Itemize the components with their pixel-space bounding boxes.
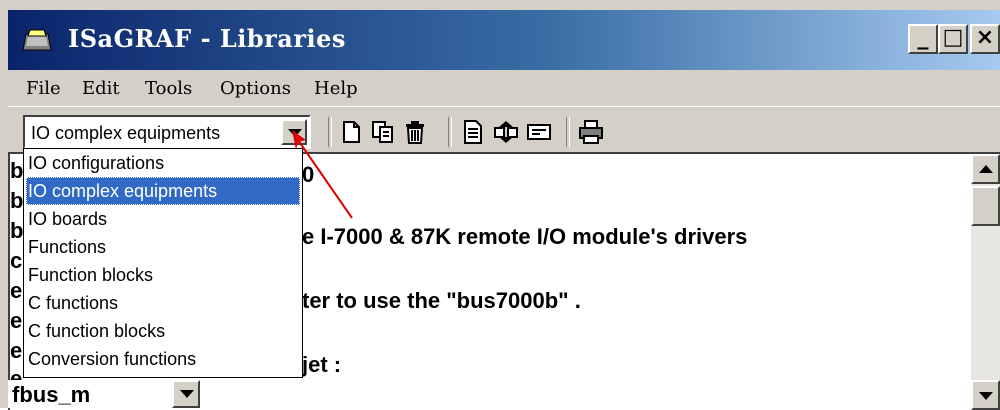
toolbar-separator [328,117,332,147]
toolbar-separator [566,117,570,147]
scroll-up-icon[interactable] [971,154,1000,184]
dropdown-option-io-complex-equipments[interactable]: IO complex equipments [26,177,300,205]
dropdown-option-functions[interactable]: Functions [26,233,300,261]
import-export-icon[interactable] [493,119,519,145]
minimize-button[interactable]: _ [908,24,938,54]
print-icon[interactable] [578,119,604,145]
toolbar-separator [448,117,452,147]
properties-icon[interactable] [460,119,486,145]
module-combo-value: fbus_m [12,382,91,407]
menu-options[interactable]: Options [220,78,291,99]
list-item: b [10,218,24,243]
menu-bar: File Edit Tools Options Help [8,70,1000,106]
maximize-button[interactable]: □ [938,24,968,54]
list-item: b [10,158,24,183]
list-item: c [10,248,23,273]
isagraf-libraries-window: ISaGRAF - Libraries _ □ × File Edit Tool… [0,0,1000,410]
new-document-icon[interactable] [338,119,364,145]
chevron-down-icon[interactable] [172,380,200,408]
library-type-combo[interactable]: IO complex equipments [23,115,311,149]
close-button[interactable]: × [970,24,1000,54]
list-item: e [10,308,23,333]
dropdown-option-io-configurations[interactable]: IO configurations [26,149,300,177]
list-item: e [10,338,23,363]
dropdown-option-c-functions[interactable]: C functions [26,289,300,317]
library-type-dropdown-list: IO configurations IO complex equipments … [23,148,303,378]
copy-icon[interactable] [370,119,396,145]
content-line: e I-7000 & 87K remote I/O module's drive… [302,224,748,249]
library-type-combo-value: IO complex equipments [31,123,221,143]
dropdown-option-function-blocks[interactable]: Function blocks [26,261,300,289]
delete-icon[interactable] [402,119,428,145]
list-item: e [10,278,23,303]
dropdown-option-io-boards[interactable]: IO boards [26,205,300,233]
vertical-scrollbar[interactable] [971,152,1000,410]
menu-tools[interactable]: Tools [145,78,192,99]
scrollbar-thumb[interactable] [971,186,1000,226]
libraries-app-icon [22,29,52,51]
dropdown-option-c-function-blocks[interactable]: C function blocks [26,317,300,345]
module-combo[interactable]: fbus_m [8,380,204,408]
toolbar: IO complex equipments [8,106,1000,153]
window-title: ISaGRAF - Libraries [68,24,346,53]
view-icon[interactable] [526,119,552,145]
menu-edit[interactable]: Edit [82,78,120,99]
dropdown-option-conversion-functions[interactable]: Conversion functions [26,345,300,373]
content-line: ter to use the "bus7000b" . [302,288,581,313]
chevron-down-icon[interactable] [281,119,307,145]
menu-help[interactable]: Help [314,78,358,99]
content-line: jet : [302,352,342,377]
content-line: 0 [302,162,315,187]
scroll-down-icon[interactable] [971,380,1000,410]
title-bar[interactable]: ISaGRAF - Libraries _ □ × [8,10,1000,70]
menu-file[interactable]: File [26,78,61,99]
list-item: b [10,188,24,213]
